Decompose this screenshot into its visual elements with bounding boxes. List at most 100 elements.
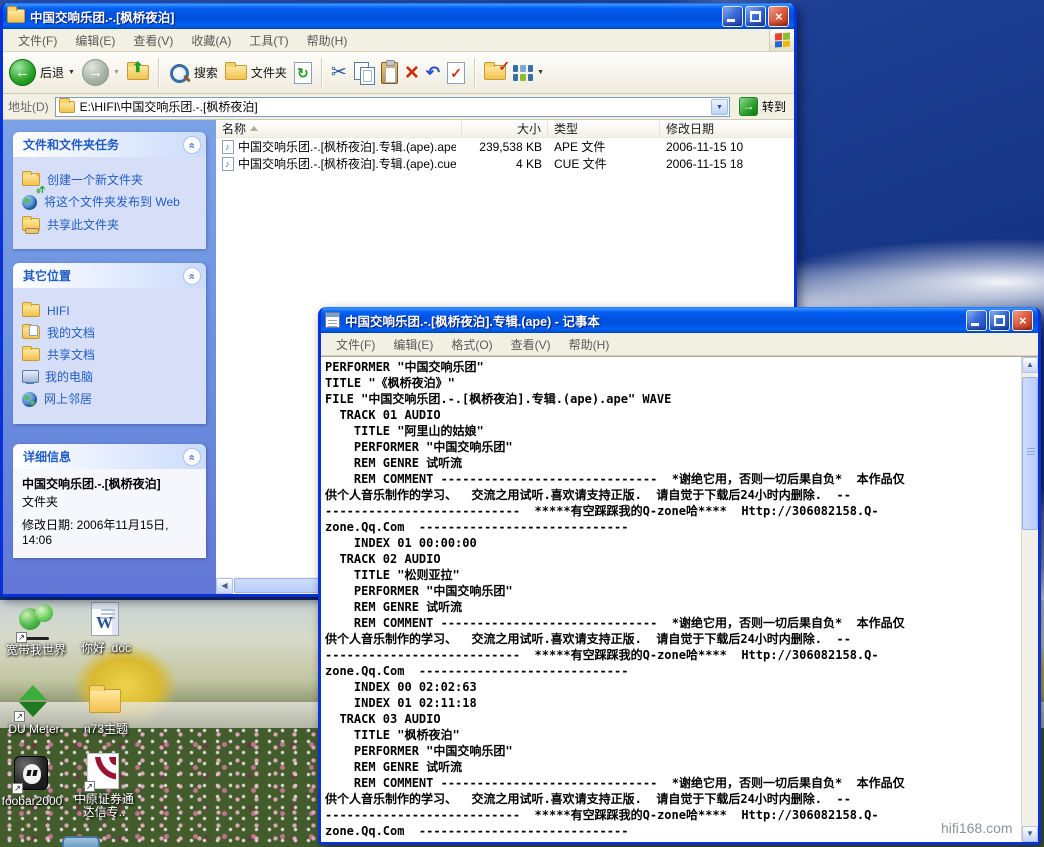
network-places-icon: [22, 392, 37, 407]
desktop-icon-label-line2: 达信专..: [58, 806, 150, 819]
forward-dropdown-icon: ▼: [113, 69, 120, 76]
notepad-titlebar[interactable]: 中国交响乐团.-.[枫桥夜泊].专辑.(ape) - 记事本 ×: [321, 307, 1038, 333]
explorer-menubar: 文件(F) 编辑(E) 查看(V) 收藏(A) 工具(T) 帮助(H): [3, 29, 794, 52]
other-places-panel: 其它位置 « HIFI 我的文档: [13, 263, 206, 424]
details-folder-type: 文件夹: [22, 493, 200, 510]
scan-button[interactable]: ✓: [447, 62, 465, 84]
notepad-menubar: 文件(F) 编辑(E) 格式(O) 查看(V) 帮助(H): [321, 333, 1038, 356]
file-row-ape[interactable]: 中国交响乐团.-.[枫桥夜泊].专辑.(ape).ape 239,538 KB …: [216, 138, 794, 155]
minimize-button[interactable]: [966, 310, 987, 331]
desktop-icon-stock-app[interactable]: ↗ 中原证券通 达信专..: [58, 753, 150, 819]
menu-view[interactable]: 查看(V): [502, 332, 560, 357]
folders-icon: [225, 65, 247, 80]
cut-button[interactable]: ✂: [331, 61, 347, 84]
my-documents-icon: [22, 326, 40, 339]
folders-button[interactable]: 文件夹: [225, 64, 287, 81]
copy-button[interactable]: [354, 62, 374, 84]
cut-icon: ✂: [331, 61, 347, 84]
notepad-title: 中国交响乐团.-.[枫桥夜泊].专辑.(ape) - 记事本: [345, 311, 961, 330]
close-button[interactable]: ×: [1012, 310, 1033, 331]
place-shared-documents[interactable]: 共享文档: [22, 347, 200, 362]
views-dropdown-icon[interactable]: ▼: [537, 69, 544, 76]
other-places-header[interactable]: 其它位置 «: [13, 263, 206, 288]
column-type[interactable]: 类型: [548, 120, 660, 137]
menu-edit[interactable]: 编辑(E): [384, 332, 442, 357]
chevron-up-icon[interactable]: «: [183, 267, 201, 285]
file-tasks-header[interactable]: 文件和文件夹任务 «: [13, 132, 206, 157]
desktop-icon-doc[interactable]: W 你好 .doc: [62, 602, 150, 655]
column-name[interactable]: 名称: [216, 120, 462, 137]
shortcut-arrow-icon: ↗: [84, 781, 95, 792]
menu-help[interactable]: 帮助(H): [298, 28, 357, 53]
chevron-up-icon[interactable]: «: [183, 448, 201, 466]
scrollbar-thumb[interactable]: [1022, 377, 1038, 530]
menu-edit[interactable]: 编辑(E): [66, 28, 124, 53]
views-button[interactable]: ▼: [513, 65, 544, 81]
up-arrow-icon: ⬆: [132, 59, 144, 76]
back-button[interactable]: ← 后退 ▼: [9, 59, 75, 86]
column-size[interactable]: 大小: [462, 120, 548, 137]
details-header[interactable]: 详细信息 «: [13, 444, 206, 469]
menu-tools[interactable]: 工具(T): [240, 28, 297, 53]
scroll-up-icon[interactable]: ▲: [1022, 357, 1038, 373]
maximize-button[interactable]: [745, 6, 766, 27]
toolbar-separator: [158, 58, 159, 88]
task-new-folder[interactable]: 创建一个新文件夹: [22, 172, 200, 187]
address-dropdown-icon[interactable]: ▼: [711, 99, 728, 115]
publish-web-icon: [22, 195, 37, 210]
forward-button[interactable]: → ▼: [82, 59, 120, 86]
folder-options-button[interactable]: ✓: [484, 65, 506, 80]
chevron-up-icon[interactable]: «: [183, 136, 201, 154]
windows-flag-icon: [775, 32, 790, 47]
minimize-button[interactable]: [722, 6, 743, 27]
go-button[interactable]: → 转到: [736, 97, 789, 116]
back-icon: ←: [9, 59, 36, 86]
menu-file[interactable]: 文件(F): [9, 28, 66, 53]
explorer-task-pane: 文件和文件夹任务 « 创建一个新文件夹 将这个文件夹发布到 Web: [3, 120, 216, 594]
notepad-text-area[interactable]: PERFORMER "中国交响乐团" TITLE "《枫桥夜泊》" FILE "…: [321, 356, 1038, 842]
undo-icon: ↶: [426, 63, 440, 83]
menu-view[interactable]: 查看(V): [124, 28, 182, 53]
notepad-content[interactable]: PERFORMER "中国交响乐团" TITLE "《枫桥夜泊》" FILE "…: [321, 357, 1021, 842]
scroll-left-icon[interactable]: ◀: [216, 578, 233, 594]
task-share-folder[interactable]: 共享此文件夹: [22, 217, 200, 232]
paste-icon: [381, 62, 398, 84]
search-button[interactable]: 搜索: [168, 62, 218, 84]
paste-button[interactable]: [381, 62, 398, 84]
place-my-computer[interactable]: 我的电脑: [22, 369, 200, 384]
desktop-icon-partial[interactable]: [62, 836, 100, 847]
scroll-down-icon[interactable]: ▼: [1022, 826, 1038, 842]
audio-file-icon: [222, 140, 234, 154]
refresh-icon: ↻: [294, 62, 312, 84]
desktop-icon-n73-folder[interactable]: n73主题: [62, 683, 150, 736]
close-button[interactable]: ×: [768, 6, 789, 27]
explorer-titlebar[interactable]: 中国交响乐团.-.[枫桥夜泊] ×: [3, 3, 794, 29]
place-network[interactable]: 网上邻居: [22, 391, 200, 407]
menu-favorites[interactable]: 收藏(A): [182, 28, 240, 53]
place-my-documents[interactable]: 我的文档: [22, 325, 200, 340]
desktop: ↗ 宽带我世界 W 你好 .doc ↗ DU Meter n73主题 ↗ foo…: [0, 0, 1044, 847]
column-modified[interactable]: 修改日期: [660, 120, 794, 137]
vertical-scrollbar[interactable]: ▲ ▼: [1021, 357, 1038, 842]
address-combo[interactable]: E:\HIFI\中国交响乐团.-.[枫桥夜泊] ▼: [55, 97, 730, 117]
task-publish-web[interactable]: 将这个文件夹发布到 Web: [22, 194, 200, 210]
menu-format[interactable]: 格式(O): [442, 332, 501, 357]
refresh-button[interactable]: ↻: [294, 62, 312, 84]
search-label: 搜索: [194, 64, 218, 81]
up-button[interactable]: ⬆: [127, 65, 149, 80]
share-folder-icon: [22, 218, 40, 231]
maximize-button[interactable]: [989, 310, 1010, 331]
file-row-cue[interactable]: 中国交响乐团.-.[枫桥夜泊].专辑.(ape).cue 4 KB CUE 文件…: [216, 155, 794, 172]
details-title: 详细信息: [23, 448, 71, 465]
delete-button[interactable]: ×: [405, 62, 419, 84]
undo-button[interactable]: ↶: [426, 63, 440, 83]
address-path[interactable]: E:\HIFI\中国交响乐团.-.[枫桥夜泊]: [80, 98, 706, 115]
new-folder-icon: [22, 173, 40, 186]
menu-file[interactable]: 文件(F): [327, 332, 384, 357]
search-icon: [168, 62, 190, 84]
desktop-icon-label: n73主题: [62, 723, 150, 736]
toolbar-separator: [321, 58, 322, 88]
back-dropdown-icon[interactable]: ▼: [68, 69, 75, 76]
place-hifi[interactable]: HIFI: [22, 303, 200, 318]
menu-help[interactable]: 帮助(H): [560, 332, 619, 357]
